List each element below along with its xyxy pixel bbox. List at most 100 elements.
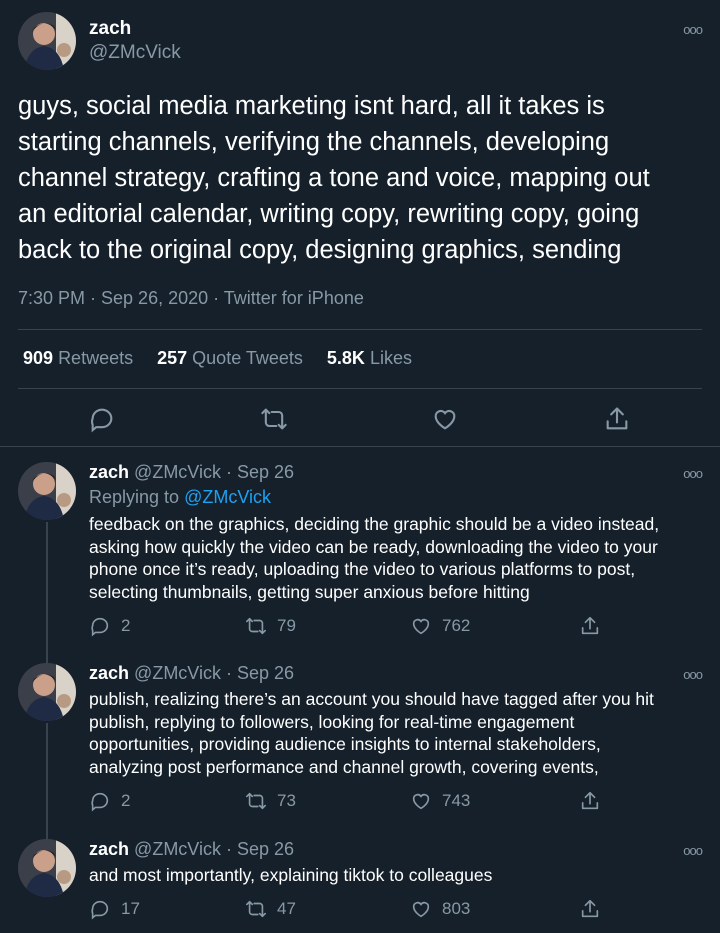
likes-count: 5.8K — [326, 348, 365, 368]
reply-icon — [91, 900, 109, 920]
reply-text-line: publish, replying to followers, looking … — [89, 711, 575, 732]
retweets-stat[interactable]: 909 Retweets — [23, 348, 133, 369]
like-count: 762 — [442, 616, 471, 635]
reply-text: and most importantly, explaining tiktok … — [89, 864, 709, 887]
reply-icon — [91, 617, 109, 637]
retweet-button[interactable]: 73 — [245, 790, 296, 812]
quote-tweets-stat[interactable]: 257 Quote Tweets — [157, 348, 303, 369]
author-handle-date[interactable]: @ZMcVick · Sep 26 — [134, 462, 294, 482]
retweet-button[interactable]: 47 — [245, 898, 296, 920]
avatar-image — [18, 12, 76, 70]
likes-stat[interactable]: 5.8K Likes — [327, 348, 412, 369]
reply-tweet[interactable]: zach @ZMcVick · Sep 26 ooo and most impo… — [0, 839, 720, 929]
reply-icon — [91, 792, 109, 812]
tweet-timestamp[interactable]: 7:30 PM · Sep 26, 2020 · Twitter for iPh… — [18, 288, 364, 309]
author-name[interactable]: zach — [89, 663, 129, 683]
reply-text-line: feedback on the graphics, deciding the g… — [89, 514, 660, 534]
like-button[interactable]: 803 — [410, 898, 470, 920]
reply-text-line: opportunities, providing audience insigh… — [89, 734, 601, 755]
share-icon — [581, 791, 599, 810]
author-name[interactable]: zach — [89, 839, 129, 859]
share-icon[interactable] — [603, 405, 631, 433]
share-icon — [581, 616, 599, 635]
share-button[interactable] — [579, 898, 601, 920]
main-tweet-actions — [0, 400, 720, 440]
replying-to-handle[interactable]: @ZMcVick — [184, 487, 271, 507]
avatar[interactable] — [18, 663, 76, 721]
divider — [18, 329, 702, 330]
like-count: 743 — [442, 791, 471, 810]
reply-actions: 17 47 803 — [89, 898, 609, 924]
reply-text: publish, realizing there’s an account yo… — [89, 688, 709, 779]
author-handle[interactable]: @ZMcVick — [89, 42, 181, 64]
like-icon — [412, 901, 430, 918]
main-tweet-header: zach @ZMcVick ooo — [18, 12, 703, 72]
retweet-icon[interactable] — [260, 405, 288, 433]
tweet-text-line: guys, social media marketing isnt hard, … — [18, 92, 605, 120]
like-button[interactable]: 762 — [410, 615, 470, 637]
tweet-text-line: an editorial calendar, writing copy, rew… — [18, 200, 640, 228]
reply-text-line: analyzing post performance and channel g… — [89, 757, 599, 778]
reply-tweet[interactable]: zach @ZMcVick · Sep 26 ooo publish, real… — [0, 663, 720, 823]
divider — [0, 446, 720, 447]
retweet-count: 47 — [277, 899, 296, 918]
author-name[interactable]: zach — [89, 462, 129, 482]
author-name[interactable]: zach — [89, 18, 131, 40]
reply-text-line: publish, realizing there’s an account yo… — [89, 689, 654, 709]
more-options-icon[interactable]: ooo — [683, 667, 703, 682]
retweets-count: 909 — [23, 348, 54, 368]
more-options-icon[interactable]: ooo — [683, 22, 703, 37]
retweet-icon — [246, 617, 266, 635]
like-icon — [412, 618, 430, 635]
reply-count: 17 — [121, 899, 140, 918]
retweets-label: Retweets — [58, 348, 134, 368]
replying-to-label: Replying to — [89, 487, 180, 507]
like-button[interactable]: 743 — [410, 790, 470, 812]
avatar[interactable] — [18, 12, 76, 70]
tweet-text-line: channel strategy, crafting a tone and vo… — [18, 164, 650, 192]
retweet-button[interactable]: 79 — [245, 615, 296, 637]
more-options-icon[interactable]: ooo — [683, 466, 703, 481]
replying-to: Replying to @ZMcVick — [89, 487, 271, 508]
quote-tweets-count: 257 — [157, 348, 188, 368]
share-button[interactable] — [579, 615, 601, 637]
retweet-icon — [246, 792, 266, 810]
reply-button[interactable]: 2 — [89, 615, 130, 637]
reply-actions: 2 79 762 — [89, 615, 609, 641]
more-options-icon[interactable]: ooo — [683, 843, 703, 858]
divider — [18, 388, 702, 389]
avatar[interactable] — [18, 839, 76, 897]
avatar-image — [18, 462, 76, 520]
tweet-stats: 909 Retweets 257 Quote Tweets 5.8K Likes — [23, 348, 412, 369]
author-handle-date[interactable]: @ZMcVick · Sep 26 — [134, 839, 294, 859]
reply-tweet[interactable]: zach @ZMcVick · Sep 26 ooo Replying to @… — [0, 462, 720, 647]
reply-button[interactable]: 17 — [89, 898, 140, 920]
reply-text-line: and most importantly, explaining tiktok … — [89, 865, 493, 885]
share-button[interactable] — [579, 790, 601, 812]
reply-actions: 2 73 743 — [89, 790, 609, 816]
tweet-text-line: back to the original copy, designing gra… — [18, 236, 622, 264]
author-handle-date[interactable]: @ZMcVick · Sep 26 — [134, 663, 294, 683]
like-icon[interactable] — [431, 405, 459, 433]
reply-text-line: phone once it’s ready, uploading the vid… — [89, 559, 636, 580]
reply-text: feedback on the graphics, deciding the g… — [89, 513, 709, 604]
reply-header: zach @ZMcVick · Sep 26 — [89, 663, 294, 684]
reply-icon[interactable] — [88, 405, 116, 433]
avatar-image — [18, 839, 76, 897]
reply-text-line: selecting thumbnails, getting super anxi… — [89, 582, 530, 603]
tweet-text: guys, social media marketing isnt hard, … — [18, 88, 702, 268]
reply-header: zach @ZMcVick · Sep 26 — [89, 462, 294, 483]
retweet-count: 73 — [277, 791, 296, 810]
tweet-text-line: starting channels, verifying the channel… — [18, 128, 610, 156]
avatar[interactable] — [18, 462, 76, 520]
like-count: 803 — [442, 899, 471, 918]
reply-count: 2 — [121, 616, 131, 635]
avatar-image — [18, 663, 76, 721]
likes-label: Likes — [369, 348, 412, 368]
quote-tweets-label: Quote Tweets — [192, 348, 303, 368]
like-icon — [412, 793, 430, 810]
reply-count: 2 — [121, 791, 131, 810]
reply-text-line: asking how quickly the video can be read… — [89, 536, 658, 557]
retweet-icon — [246, 900, 266, 918]
reply-button[interactable]: 2 — [89, 790, 130, 812]
